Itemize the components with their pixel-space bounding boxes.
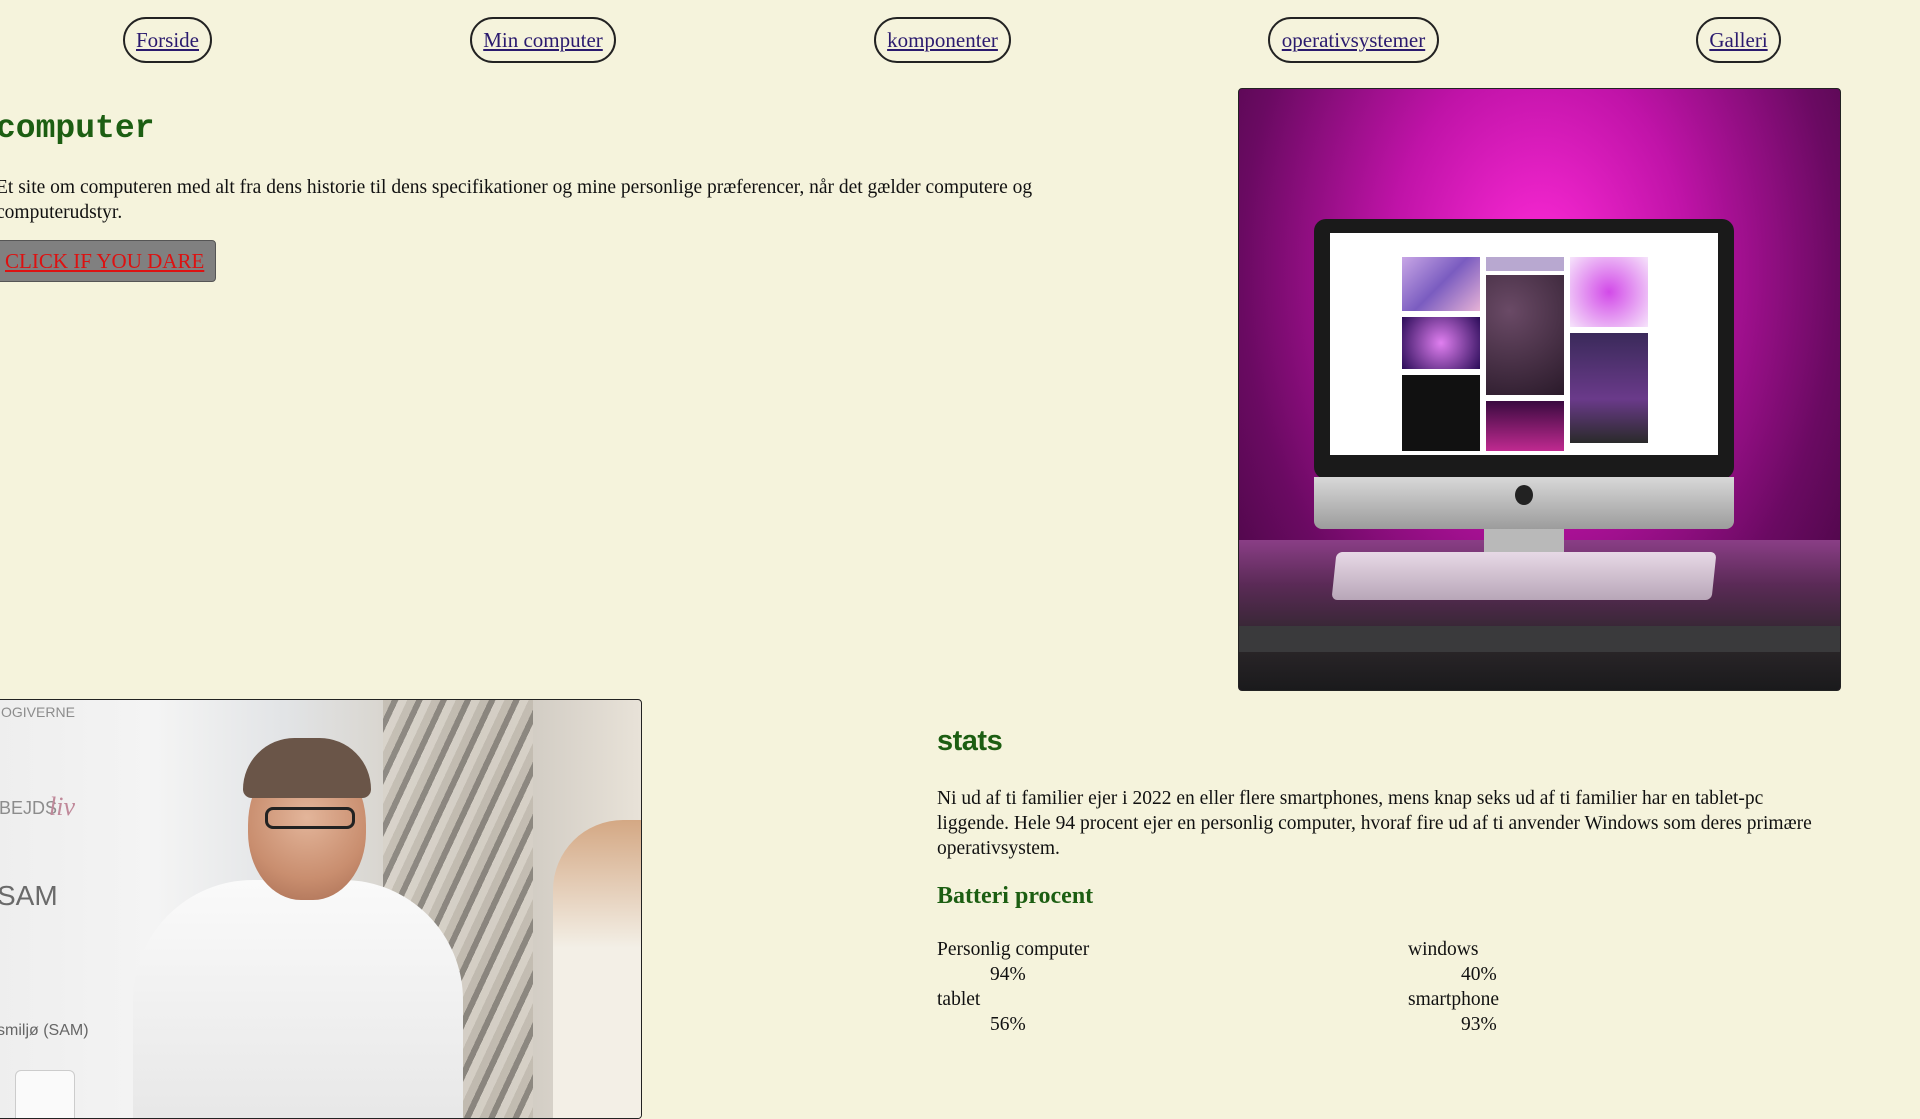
apple-icon (1515, 485, 1533, 505)
stat-label: smartphone (1408, 989, 1499, 1010)
gallery-tile (1570, 257, 1648, 327)
screen-shape (1330, 233, 1718, 455)
dare-button[interactable]: CLICK IF YOU DARE (0, 240, 216, 282)
banner-text: smiljø (SAM) (0, 1022, 89, 1039)
stats-title: stats (937, 725, 1003, 757)
person-body-shape (133, 880, 463, 1118)
stat-item: tablet 56% (937, 987, 1026, 1037)
keyboard-shape (1331, 552, 1717, 600)
gallery-tile (1402, 257, 1480, 311)
nav-operativsystemer[interactable]: operativsystemer (1268, 17, 1439, 63)
gallery-tile (1486, 257, 1564, 271)
cup-shape (15, 1070, 75, 1118)
nav-forside[interactable]: Forside (123, 17, 212, 63)
nav-galleri[interactable]: Galleri (1696, 17, 1781, 63)
gallery-tile (1402, 375, 1480, 451)
stat-label: tablet (937, 989, 981, 1010)
banner-text: OGIVERNE (1, 704, 75, 720)
main-nav: Forside Min computer komponenter operati… (0, 17, 1920, 67)
desk-edge-shape (1239, 626, 1840, 652)
glasses-icon (265, 807, 355, 829)
stat-item: windows 40% (1408, 937, 1497, 987)
gallery-tile (1570, 333, 1648, 443)
stats-text: Ni ud af ti familier ejer i 2022 en elle… (937, 788, 1812, 859)
second-person-shape (553, 820, 641, 1118)
person-photo: OGIVERNE BEJDS liv SAM smiljø (SAM) (0, 699, 642, 1119)
monitor-shape (1314, 219, 1734, 479)
intro-text: Et site om computeren med alt fra dens h… (0, 177, 1033, 223)
nav-komponenter[interactable]: komponenter (874, 17, 1011, 63)
stat-item: Personlig computer 94% (937, 937, 1089, 987)
stat-value: 40% (1461, 964, 1497, 985)
gallery-tile (1486, 275, 1564, 395)
page-title: computer (0, 110, 155, 147)
banner-text: liv (49, 792, 75, 821)
gallery-tile (1402, 317, 1480, 369)
nav-min-computer[interactable]: Min computer (470, 17, 616, 63)
stat-value: 93% (1461, 1014, 1497, 1035)
stat-item: smartphone 93% (1408, 987, 1499, 1037)
stat-label: Personlig computer (937, 939, 1090, 960)
stat-label: windows (1408, 939, 1479, 960)
banner-text: SAM (0, 880, 58, 911)
computer-photo (1238, 88, 1841, 691)
gallery-tile (1486, 401, 1564, 451)
battery-title: Batteri procent (937, 883, 1094, 909)
person-hair-shape (243, 738, 371, 798)
stat-value: 94% (990, 964, 1026, 985)
stat-value: 56% (990, 1014, 1026, 1035)
